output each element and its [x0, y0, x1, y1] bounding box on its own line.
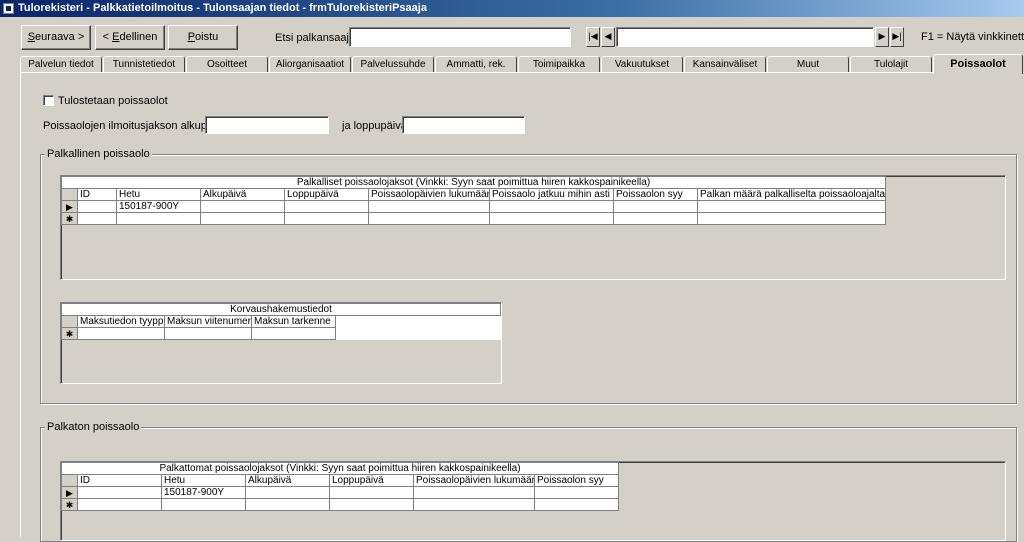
- column-header[interactable]: Maksun viitenumero: [164, 315, 252, 328]
- column-header[interactable]: Alkupäivä: [200, 188, 285, 201]
- new-row[interactable]: ✱: [61, 212, 887, 225]
- table-row[interactable]: ▶ 150187-900Y: [61, 486, 620, 499]
- tab-vakuutukset[interactable]: Vakuutukset: [601, 56, 683, 73]
- table-cell[interactable]: 150187-900Y: [161, 486, 246, 499]
- new-row-icon[interactable]: ✱: [61, 212, 78, 225]
- compensation-grid-caption: Korvaushakemustiedot: [60, 303, 502, 316]
- period-start-label: Poissaolojen ilmoitusjakson alkupäivä: [43, 120, 228, 132]
- previous-button[interactable]: < Edellinen: [95, 25, 165, 50]
- prev-record-button[interactable]: ◀: [601, 27, 615, 47]
- column-header[interactable]: Loppupäivä: [329, 474, 414, 487]
- column-header[interactable]: Palkan määrä palkalliselta poissaoloajal…: [696, 188, 887, 201]
- tab-aliorganisaatiot[interactable]: Aliorganisaatiot: [269, 56, 351, 73]
- tab-muut[interactable]: Muut: [767, 56, 849, 73]
- table-cell[interactable]: [77, 200, 117, 213]
- help-hint: F1 = Näytä vinkkinettisivu: [921, 31, 1024, 43]
- column-header[interactable]: ID: [77, 188, 117, 201]
- period-end-label: ja loppupäivä: [342, 120, 407, 132]
- table-cell[interactable]: 150187-900Y: [116, 200, 201, 213]
- column-header[interactable]: Poissaolon syy: [613, 188, 698, 201]
- title-bar: Tulorekisteri - Palkkatietoilmoitus - Tu…: [0, 0, 1024, 17]
- column-header[interactable]: Maksun tarkenne: [251, 315, 336, 328]
- table-cell[interactable]: [329, 486, 414, 499]
- tab-poissaolot[interactable]: Poissaolot: [933, 54, 1023, 74]
- column-header[interactable]: Hetu: [116, 188, 201, 201]
- tab-toimipaikka[interactable]: Toimipaikka: [518, 56, 600, 73]
- next-button[interactable]: Seuraava >: [21, 25, 91, 50]
- tab-ammatti[interactable]: Ammatti, rek.: [435, 56, 517, 73]
- table-cell[interactable]: [368, 200, 490, 213]
- column-header[interactable]: Poissaolon syy: [533, 474, 620, 487]
- table-cell[interactable]: [200, 200, 285, 213]
- unpaid-grid-caption: Palkattomat poissaolojaksot (Vinkki: Syy…: [60, 462, 620, 475]
- window-title: Tulorekisteri - Palkkatietoilmoitus - Tu…: [18, 2, 427, 14]
- tab-kansainvaliset[interactable]: Kansainväliset: [684, 56, 766, 73]
- unpaid-absence-group-label: Palkaton poissaolo: [45, 421, 142, 433]
- paid-absence-group-label: Palkallinen poissaolo: [45, 148, 152, 160]
- tab-tunnistetiedot[interactable]: Tunnistetiedot: [103, 56, 185, 73]
- column-header[interactable]: Loppupäivä: [284, 188, 369, 201]
- current-row-icon[interactable]: ▶: [61, 200, 78, 213]
- grid-corner: [61, 315, 78, 328]
- table-cell[interactable]: [284, 200, 369, 213]
- paid-grid-caption: Palkalliset poissaolojaksot (Vinkki: Syy…: [60, 176, 887, 189]
- next-record-button[interactable]: ▶: [875, 27, 889, 47]
- grid-corner: [61, 474, 78, 487]
- tab-osoitteet[interactable]: Osoitteet: [186, 56, 268, 73]
- exit-button[interactable]: Poistu: [168, 25, 238, 50]
- table-cell[interactable]: [489, 200, 614, 213]
- app-icon: [3, 3, 14, 14]
- paid-absence-grid: Palkalliset poissaolojaksot (Vinkki: Syy…: [60, 176, 887, 225]
- column-header[interactable]: Poissaolopäivien lukumäärä: [413, 474, 535, 487]
- period-start-field[interactable]: [205, 116, 329, 134]
- record-selector[interactable]: [616, 27, 874, 47]
- table-cell[interactable]: [613, 200, 698, 213]
- table-cell[interactable]: [77, 486, 162, 499]
- column-header[interactable]: Alkupäivä: [245, 474, 330, 487]
- table-cell[interactable]: [245, 486, 330, 499]
- unpaid-absence-grid: Palkattomat poissaolojaksot (Vinkki: Syy…: [60, 462, 620, 511]
- table-cell[interactable]: [533, 486, 620, 499]
- compensation-grid: Korvaushakemustiedot Maksutiedon tyyppi …: [60, 303, 502, 340]
- table-row[interactable]: ▶ 150187-900Y: [61, 200, 887, 213]
- table-cell[interactable]: [696, 200, 887, 213]
- column-header[interactable]: ID: [77, 474, 162, 487]
- print-absences-checkbox[interactable]: [43, 95, 54, 106]
- column-header[interactable]: Hetu: [161, 474, 246, 487]
- tab-palvelun-tiedot[interactable]: Palvelun tiedot: [20, 56, 102, 73]
- column-header[interactable]: Poissaolo jatkuu mihin asti: [489, 188, 614, 201]
- table-cell[interactable]: [413, 486, 535, 499]
- column-header[interactable]: Maksutiedon tyyppi: [77, 315, 165, 328]
- tab-tulolajit[interactable]: Tulolajit: [850, 56, 932, 73]
- last-record-button[interactable]: ▶|: [890, 27, 904, 47]
- print-absences-label: Tulostetaan poissaolot: [58, 95, 168, 107]
- first-record-button[interactable]: |◀: [586, 27, 600, 47]
- current-row-icon[interactable]: ▶: [61, 486, 78, 499]
- new-row-icon[interactable]: ✱: [61, 327, 78, 340]
- new-row[interactable]: ✱: [61, 498, 620, 511]
- grid-corner: [61, 188, 78, 201]
- new-row[interactable]: ✱: [61, 327, 501, 340]
- search-input[interactable]: [349, 27, 571, 47]
- period-end-field[interactable]: [402, 116, 525, 134]
- tab-palvelussuhde[interactable]: Palvelussuhde: [352, 56, 434, 73]
- new-row-icon[interactable]: ✱: [61, 498, 78, 511]
- column-header[interactable]: Poissaolopäivien lukumäärä: [368, 188, 490, 201]
